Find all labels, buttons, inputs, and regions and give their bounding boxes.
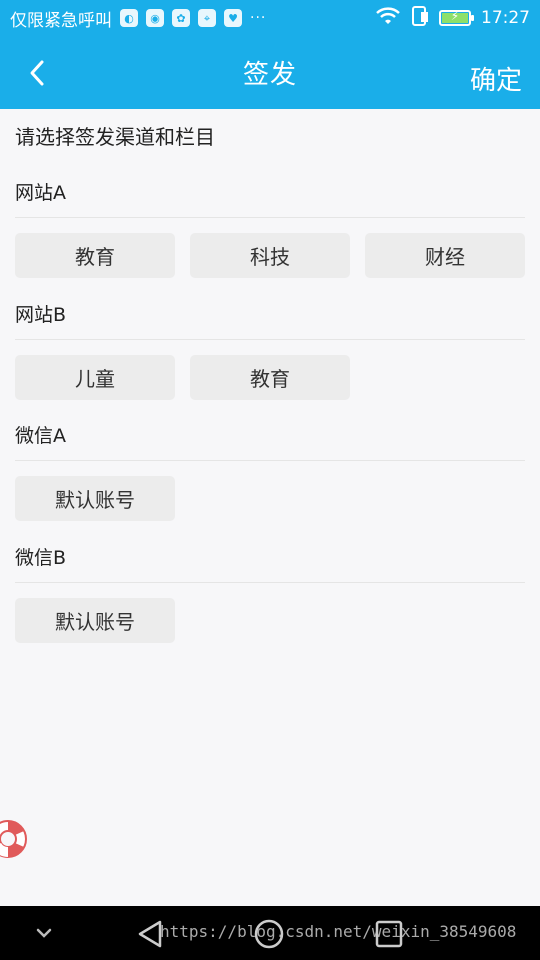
carrier-text: 仅限紧急呼叫	[10, 10, 112, 31]
column-chip-group: 教育 科技 财经	[15, 233, 525, 278]
chevron-down-icon	[36, 928, 52, 938]
chevron-left-icon	[30, 60, 44, 86]
column-chip-group: 默认账号	[15, 598, 525, 643]
battery-icon: ⚡	[439, 9, 474, 26]
app-bar: 签发 确定	[0, 36, 540, 109]
channel-section: 网站B 儿童 教育	[15, 301, 525, 400]
sim-card-icon	[411, 5, 429, 31]
signal-app-icon: ◉	[146, 9, 164, 27]
status-right: ⚡ 17:27	[375, 5, 530, 31]
section-title: 网站A	[15, 182, 66, 204]
hide-nav-button[interactable]	[32, 922, 56, 944]
channel-section: 网站A 教育 科技 财经	[15, 179, 525, 278]
column-chip[interactable]: 财经	[365, 233, 525, 278]
column-chip[interactable]: 默认账号	[15, 476, 175, 521]
page-title: 签发	[242, 60, 297, 90]
status-left: 仅限紧急呼叫 ◐ ◉ ✿ ⌖ ♥ ···	[10, 6, 266, 31]
status-time: 17:27	[481, 8, 530, 28]
divider	[15, 217, 525, 218]
column-chip[interactable]: 教育	[190, 355, 350, 400]
column-chip[interactable]: 儿童	[15, 355, 175, 400]
back-button[interactable]	[22, 58, 52, 88]
chat-app-icon: ✿	[172, 9, 190, 27]
qq-icon: ◐	[120, 9, 138, 27]
section-title: 网站B	[15, 304, 67, 326]
column-chip-group: 儿童 教育	[15, 355, 525, 400]
instruction-text: 请选择签发渠道和栏目	[15, 125, 215, 149]
location-icon: ⌖	[198, 9, 216, 27]
divider	[15, 582, 525, 583]
wifi-icon	[375, 6, 401, 31]
more-notifications-icon: ···	[250, 10, 267, 26]
status-bar: 仅限紧急呼叫 ◐ ◉ ✿ ⌖ ♥ ··· ⚡ 17:27	[0, 0, 540, 36]
floating-assist-button[interactable]	[0, 815, 30, 863]
column-chip[interactable]: 默认账号	[15, 598, 175, 643]
section-title: 微信A	[15, 425, 66, 447]
section-title: 微信B	[15, 547, 67, 569]
lifebuoy-icon	[0, 820, 27, 858]
column-chip[interactable]: 教育	[15, 233, 175, 278]
watermark-text: https://blog.csdn.net/weixin_38549608	[160, 922, 517, 941]
health-app-icon: ♥	[224, 9, 242, 27]
column-chip[interactable]: 科技	[190, 233, 350, 278]
divider	[15, 460, 525, 461]
divider	[15, 339, 525, 340]
confirm-button[interactable]: 确定	[470, 60, 522, 97]
charging-bolt-icon: ⚡	[450, 9, 460, 23]
column-chip-group: 默认账号	[15, 476, 525, 521]
channel-section: 微信A 默认账号	[15, 422, 525, 521]
channel-section: 微信B 默认账号	[15, 544, 525, 643]
